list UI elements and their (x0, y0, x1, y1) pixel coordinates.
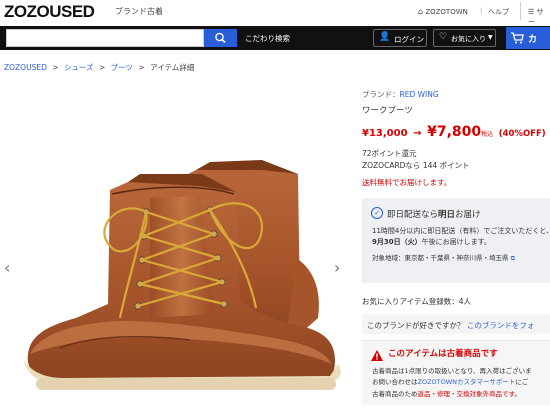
breadcrumb: ZOZOUSED > シューズ > ブーツ > アイテム詳細 (4, 62, 194, 73)
price-arrow: → (413, 128, 422, 139)
search-button[interactable] (204, 29, 237, 47)
sale-price: ¥7,800 (427, 124, 482, 140)
product-image-area (0, 78, 355, 405)
menu-icon: ☰ (528, 8, 535, 16)
cart-label: カ (528, 35, 538, 45)
product-photo-boots (24, 160, 341, 390)
customer-support-link[interactable]: ZOZOTOWNカスタマーサポート (418, 378, 516, 386)
delivery-line2: 9月30日（火）午後にお届けします。 (372, 237, 491, 247)
no-return-note: 返品・修理・交換対象外商品です (417, 390, 515, 398)
user-icon: 👤 (379, 32, 391, 42)
search-icon (215, 32, 226, 44)
delivery-line1: 11時間4分以内に即日配送（有料）でご注文いただくと、 (372, 227, 550, 235)
breadcrumb-item-home[interactable]: ZOZOUSED (4, 63, 47, 72)
delivery-area: 対象地域：東京都・千葉県・神奈川県・埼玉県 ⧉ (372, 252, 515, 263)
heart-icon: ♡ (439, 32, 448, 42)
login-button[interactable]: 👤 ログイン (373, 29, 427, 47)
next-image-arrow[interactable]: › (334, 258, 340, 277)
check-clock-icon: ✓ (371, 207, 383, 219)
points-return: 72ポイント還元 (362, 149, 417, 158)
delivery-date: 9月30日（火） (372, 238, 422, 246)
used-notice-line2-post: にご (515, 378, 529, 386)
zozotown-link[interactable]: ⌂ ZOZOTOWN (418, 7, 468, 16)
used-notice-line1: 古着商品は1点限りの取扱いとなり、再入荷はございま (372, 367, 532, 375)
house-icon: ⌂ (418, 7, 424, 16)
service-menu-link[interactable]: ☰ サー (528, 7, 550, 27)
brand-label: ブランド： (362, 90, 400, 99)
logo-subtitle: ブランド古着 (115, 7, 163, 16)
used-notice-line3-pre: 古着商品のため (372, 390, 418, 398)
header-separator (520, 2, 521, 20)
delivery-area-text: 対象地域：東京都・千葉県・神奈川県・埼玉県 (372, 254, 509, 262)
external-link-icon[interactable]: ⧉ (511, 255, 515, 262)
used-notice-title: このアイテムは古着商品です (388, 349, 498, 359)
breadcrumb-separator: > (52, 63, 59, 72)
cart-button[interactable]: カ (506, 27, 550, 49)
favorites-button[interactable]: ♡ お気に入り ▼ (433, 29, 496, 47)
delivery-title-prefix: 即日配送なら (387, 210, 439, 220)
help-link[interactable]: ヘルプ (488, 7, 509, 17)
breadcrumb-item-shoes[interactable]: シューズ (64, 63, 94, 72)
zozocard-points: ZOZOCARDなら 144 ポイント (362, 161, 470, 170)
price-line: ¥13,000 → ¥7,800税込 (40%OFF) (362, 121, 546, 140)
login-label: ログイン (394, 35, 424, 44)
delivery-title-suffix: お届け (455, 210, 481, 220)
breadcrumb-item-boots[interactable]: ブーツ (111, 63, 133, 72)
delivery-line2-rest: 午後にお届けします。 (421, 238, 491, 246)
discount-rate: (40%OFF) (498, 129, 546, 139)
brand-follow-line: このブランドが好きですか？ このブランドをフォ (367, 320, 534, 331)
used-notice-line3: 古着商品のため返品・修理・交換対象外商品です。 (372, 388, 521, 398)
breadcrumb-item-current: アイテム詳細 (150, 63, 195, 72)
chevron-down-icon: ▼ (488, 34, 493, 41)
used-notice-line2: お問い合わせはZOZOTOWNカスタマーサポートにご (372, 376, 528, 386)
original-price: ¥13,000 (362, 128, 408, 139)
delivery-title-bold: 明日 (438, 210, 456, 220)
breadcrumb-separator: > (98, 63, 106, 72)
brand-follow-question: このブランドが好きですか？ (367, 321, 465, 330)
brand-link[interactable]: RED WING (400, 90, 439, 99)
site-logo[interactable]: ZOZOUSED (4, 2, 95, 22)
used-notice-line2-pre: お問い合わせは (372, 378, 418, 386)
breadcrumb-separator: > (138, 63, 145, 72)
header-divider: | (480, 7, 483, 15)
delivery-title: 即日配送なら明日お届け (387, 208, 481, 220)
favorites-count: お気に入りアイテム登録数：4人 (362, 297, 472, 306)
advanced-search-link[interactable]: こだわり検索 (245, 33, 290, 44)
search-input[interactable] (6, 29, 204, 47)
brand-line: ブランド：RED WING (362, 89, 439, 100)
prev-image-arrow[interactable]: ‹ (4, 258, 10, 277)
product-name: ワークブーツ (362, 106, 413, 116)
free-shipping-note: 送料無料でお届けします。 (362, 178, 452, 187)
warning-icon (371, 346, 383, 365)
brand-follow-link[interactable]: このブランドをフォ (467, 321, 535, 330)
used-notice-line3-post: 。 (514, 390, 521, 398)
tax-note: 税込 (481, 131, 494, 138)
zozotown-link-label: ZOZOTOWN (425, 8, 468, 16)
favorites-label: お気に入り (451, 35, 486, 43)
cart-icon (511, 32, 524, 44)
